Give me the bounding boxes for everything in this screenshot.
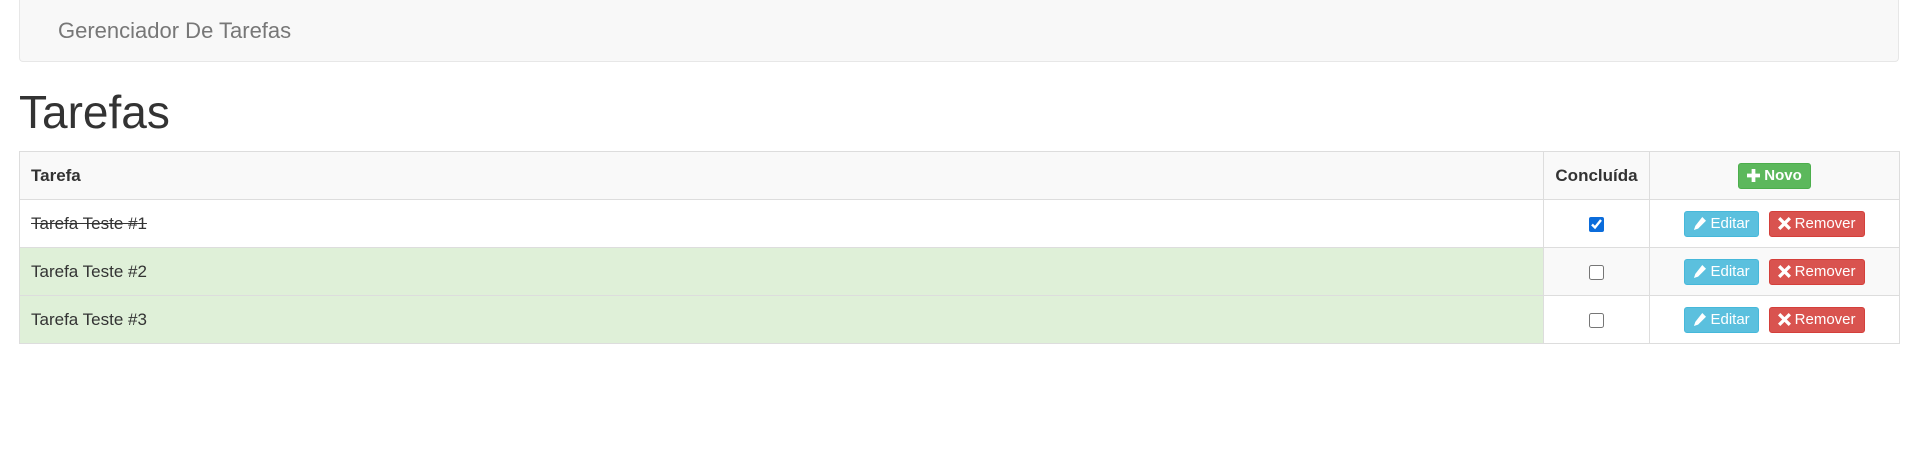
remove-task-button[interactable]: Remover (1768, 258, 1865, 285)
table-row: Tarefa Teste #2 Editar Remover (19, 247, 1900, 296)
task-done-cell (1543, 295, 1650, 344)
edit-task-button-label: Editar (1710, 310, 1750, 328)
navbar-brand[interactable]: Gerenciador De Tarefas (58, 17, 291, 45)
pencil-icon (1694, 265, 1707, 278)
task-done-checkbox[interactable] (1589, 312, 1604, 328)
edit-task-button[interactable]: Editar (1684, 258, 1759, 285)
table-row: Tarefa Teste #1 Editar Remover (19, 199, 1900, 248)
task-actions-cell: Editar Remover (1649, 295, 1900, 344)
task-name-cell: Tarefa Teste #2 (19, 247, 1544, 296)
new-task-button[interactable]: Novo (1738, 162, 1811, 189)
header-done: Concluída (1543, 151, 1650, 200)
task-name: Tarefa Teste #1 (31, 213, 147, 233)
task-done-cell (1543, 247, 1650, 296)
remove-task-button[interactable]: Remover (1768, 210, 1865, 237)
pencil-icon (1694, 313, 1707, 326)
task-name: Tarefa Teste #3 (31, 309, 147, 329)
task-done-checkbox[interactable] (1589, 216, 1604, 232)
remove-task-button[interactable]: Remover (1768, 306, 1865, 333)
navbar: Gerenciador De Tarefas (19, 0, 1899, 62)
table-header-row: Tarefa Concluída Novo (19, 151, 1900, 200)
table-row: Tarefa Teste #3 Editar Remover (19, 295, 1900, 344)
header-task: Tarefa (19, 151, 1544, 200)
pencil-icon (1694, 217, 1707, 230)
header-actions: Novo (1649, 151, 1900, 200)
edit-task-button-label: Editar (1710, 214, 1750, 232)
task-actions-cell: Editar Remover (1649, 199, 1900, 248)
plus-icon (1747, 169, 1761, 182)
edit-task-button[interactable]: Editar (1684, 210, 1759, 237)
remove-task-button-label: Remover (1794, 214, 1856, 232)
task-done-cell (1543, 199, 1650, 248)
page-title: Tarefas (19, 86, 170, 138)
edit-task-button[interactable]: Editar (1684, 306, 1759, 333)
tasks-table: Tarefa Concluída Novo Tarefa Teste #1 Ed… (19, 151, 1900, 344)
new-task-button-label: Novo (1764, 166, 1802, 184)
remove-task-button-label: Remover (1794, 262, 1856, 280)
remove-task-button-label: Remover (1794, 310, 1856, 328)
task-name-cell: Tarefa Teste #1 (19, 199, 1544, 248)
edit-task-button-label: Editar (1710, 262, 1750, 280)
task-actions-cell: Editar Remover (1649, 247, 1900, 296)
task-name-cell: Tarefa Teste #3 (19, 295, 1544, 344)
task-done-checkbox[interactable] (1589, 264, 1604, 280)
x-icon (1777, 313, 1791, 326)
task-name: Tarefa Teste #2 (31, 261, 147, 281)
x-icon (1777, 265, 1791, 278)
x-icon (1777, 217, 1791, 230)
